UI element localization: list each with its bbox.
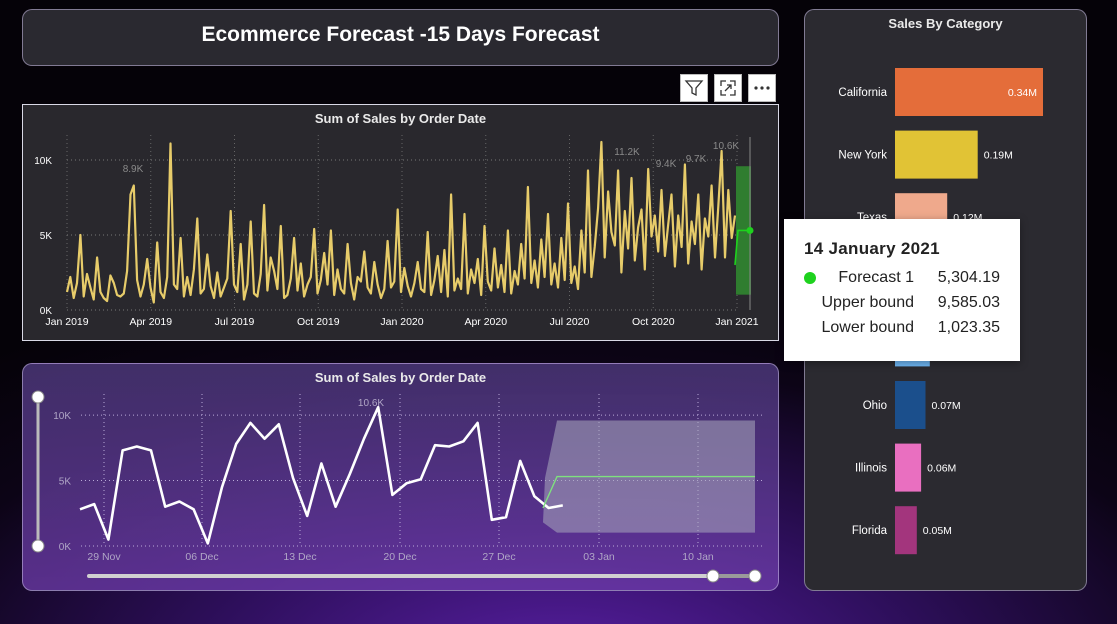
x-tick-label: Jan 2020 [380, 316, 423, 328]
x-tick-label: Jul 2019 [215, 316, 255, 328]
zoom-slider-handle[interactable] [706, 569, 720, 583]
category-label: Illinois [855, 463, 887, 475]
filter-button[interactable] [680, 74, 708, 102]
focus-mode-icon [720, 80, 736, 96]
y-tick-label: 5K [59, 477, 72, 488]
y-tick-label: 10K [53, 411, 71, 422]
tooltip-label: Forecast 1 [838, 268, 914, 286]
forecast-dot-icon [804, 271, 816, 284]
sales-detail-line-chart: 0K 5K 10K 29 Nov 06 Dec 13 Dec 20 Dec 27 Dec 03 … [31, 390, 763, 583]
x-tick-label: Oct 2020 [632, 316, 675, 328]
category-label: Ohio [863, 400, 887, 412]
x-tick-label: Oct 2019 [297, 316, 340, 328]
data-label: 0.06M [927, 463, 956, 475]
tooltip-row: Forecast 1 5,304.19 [804, 265, 1000, 290]
data-label: 10.6K [713, 141, 739, 152]
sales-series-line [79, 405, 564, 545]
filter-icon [684, 80, 704, 97]
x-tick-label: Apr 2019 [129, 316, 172, 328]
data-label: 8.9K [123, 164, 144, 175]
sales-line-chart: 0K5K10KJan 2019 Apr 2019 Jul 2019 Oct 2019 J… [34, 135, 759, 328]
more-options-icon [754, 86, 770, 90]
category-label: Florida [852, 525, 888, 537]
tooltip-row: Upper bound 9,585.03 [804, 290, 1000, 315]
y-tick-label: 0K [59, 542, 72, 553]
sales-detail-chart[interactable]: Sum of Sales by Order Date 0K 5K 10K 29 Nov… [22, 363, 779, 591]
data-label: 0.19M [984, 150, 1013, 162]
y-tick-label: 10K [34, 156, 52, 167]
category-bar [895, 381, 926, 429]
category-label: New York [838, 150, 887, 162]
x-tick-label: 27 Dec [482, 551, 515, 563]
data-label: 9.4K [656, 159, 677, 170]
page-title: Ecommerce Forecast -15 Days Forecast [201, 23, 600, 46]
x-tick-label: Apr 2020 [464, 316, 507, 328]
tooltip-label: Upper bound [821, 293, 914, 311]
x-tick-label: 29 Nov [87, 551, 121, 563]
tooltip-value: 9,585.03 [937, 293, 1000, 311]
visual-toolbar [680, 74, 776, 102]
x-tick-label: Jul 2020 [550, 316, 590, 328]
category-bar [895, 130, 978, 179]
more-options-button[interactable] [748, 74, 776, 102]
x-tick-label: Jan 2019 [45, 316, 88, 328]
data-label: 10.6K [358, 398, 384, 409]
tooltip-row: Lower bound 1,023.35 [804, 315, 1000, 340]
x-tick-label: 10 Jan [682, 551, 714, 563]
x-tick-label: 20 Dec [383, 551, 416, 563]
x-tick-label: Jan 2021 [715, 316, 758, 328]
tooltip-value: 5,304.19 [937, 268, 1000, 286]
tooltip-date: 14 January 2021 [804, 239, 940, 258]
x-tick-label: 13 Dec [283, 551, 316, 563]
data-label: 0.34M [1008, 87, 1037, 99]
zoom-slider-handle[interactable] [748, 569, 762, 583]
sales-by-date-chart[interactable]: Sum of Sales by Order Date 0K 5K 10K Jan 20… [22, 104, 779, 341]
forecast-point [746, 226, 754, 234]
category-bar [895, 443, 922, 492]
zoom-slider-handle[interactable] [31, 390, 45, 404]
data-label: 11.2K [614, 147, 640, 158]
data-label: 0.05M [923, 525, 952, 537]
focus-mode-button[interactable] [714, 74, 742, 102]
y-tick-label: 5K [40, 231, 53, 242]
x-tick-label: 06 Dec [185, 551, 218, 563]
sales-series-line [65, 140, 737, 304]
title-card: Ecommerce Forecast -15 Days Forecast [22, 9, 779, 66]
tooltip-value: 1,023.35 [937, 318, 1000, 336]
category-label: California [838, 87, 887, 99]
category-bar [895, 506, 917, 555]
tooltip-label: Lower bound [821, 318, 914, 336]
forecast-tooltip: 14 January 2021 Forecast 1 5,304.19 Uppe… [784, 219, 1020, 361]
data-label: 9.7K [686, 154, 707, 165]
data-label: 0.07M [931, 400, 960, 412]
x-tick-label: 03 Jan [583, 551, 615, 563]
zoom-slider-handle[interactable] [31, 539, 45, 553]
